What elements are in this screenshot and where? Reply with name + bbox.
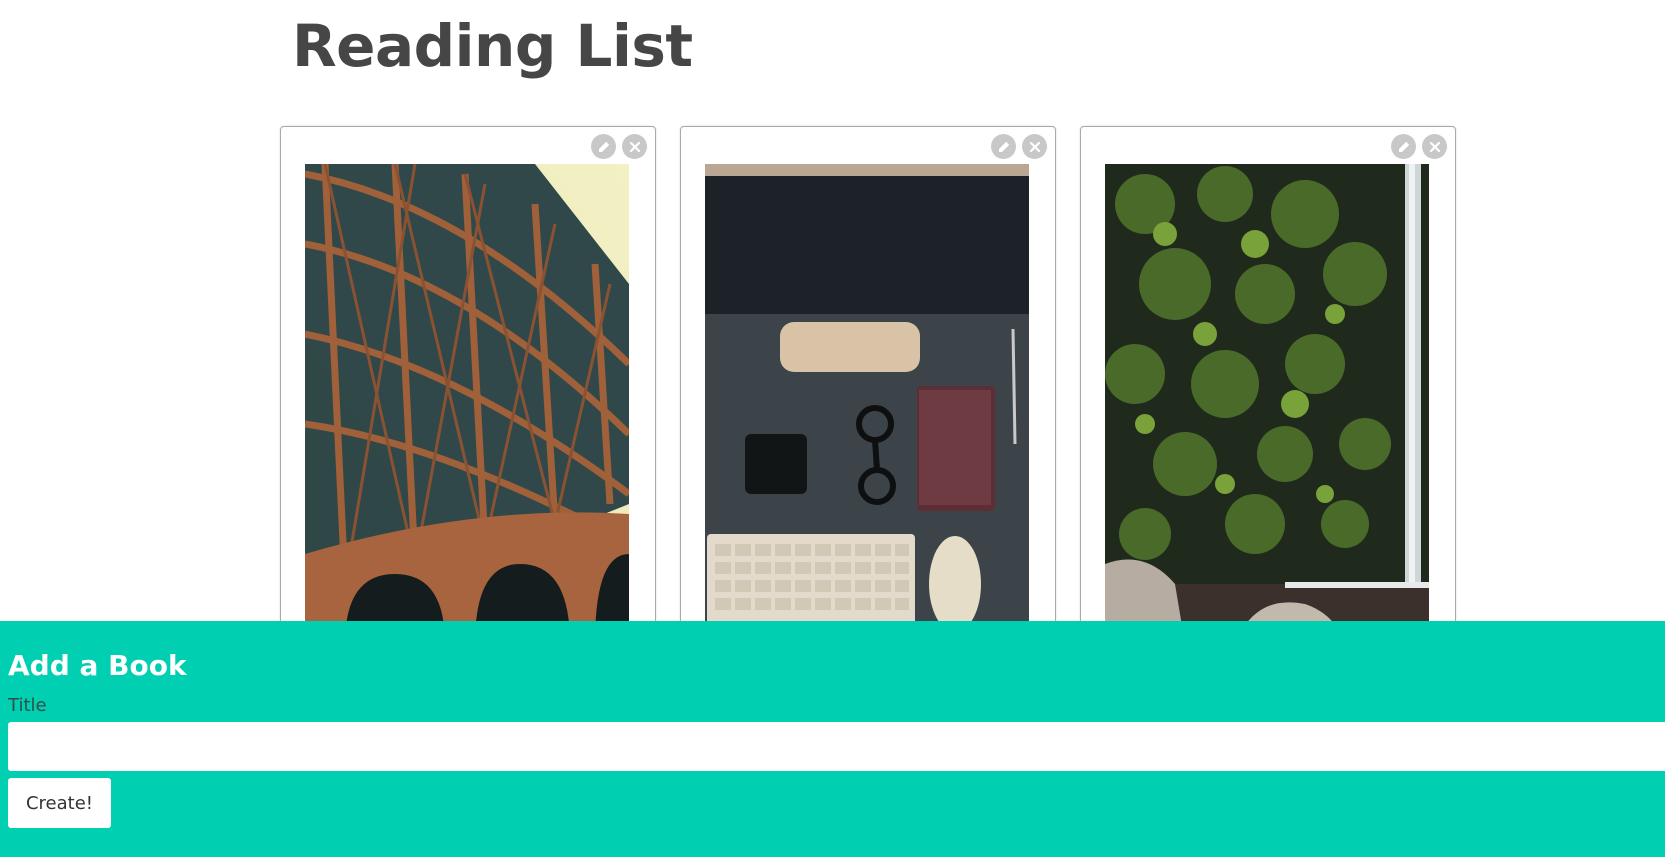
title-input[interactable]	[8, 722, 1665, 771]
page-title: Reading List	[292, 12, 693, 80]
title-label: Title	[8, 695, 47, 716]
book-card	[680, 126, 1056, 646]
add-book-panel: Add a Book Title Create!	[0, 621, 1665, 857]
delete-icon[interactable]	[1022, 134, 1047, 159]
create-button[interactable]: Create!	[8, 778, 111, 828]
edit-icon[interactable]	[591, 134, 616, 159]
edit-icon[interactable]	[991, 134, 1016, 159]
card-actions	[591, 134, 647, 159]
book-cover-waterfall[interactable]	[1105, 164, 1429, 644]
card-actions	[1391, 134, 1447, 159]
delete-icon[interactable]	[622, 134, 647, 159]
edit-icon[interactable]	[1391, 134, 1416, 159]
reading-list-page: Reading List Add a Book Title Create!	[0, 0, 1665, 857]
book-card	[280, 126, 656, 646]
card-actions	[991, 134, 1047, 159]
delete-icon[interactable]	[1422, 134, 1447, 159]
book-cover-desk[interactable]	[705, 164, 1029, 644]
book-card	[1080, 126, 1456, 646]
book-cover-bridge[interactable]	[305, 164, 629, 644]
add-book-heading: Add a Book	[8, 649, 187, 682]
